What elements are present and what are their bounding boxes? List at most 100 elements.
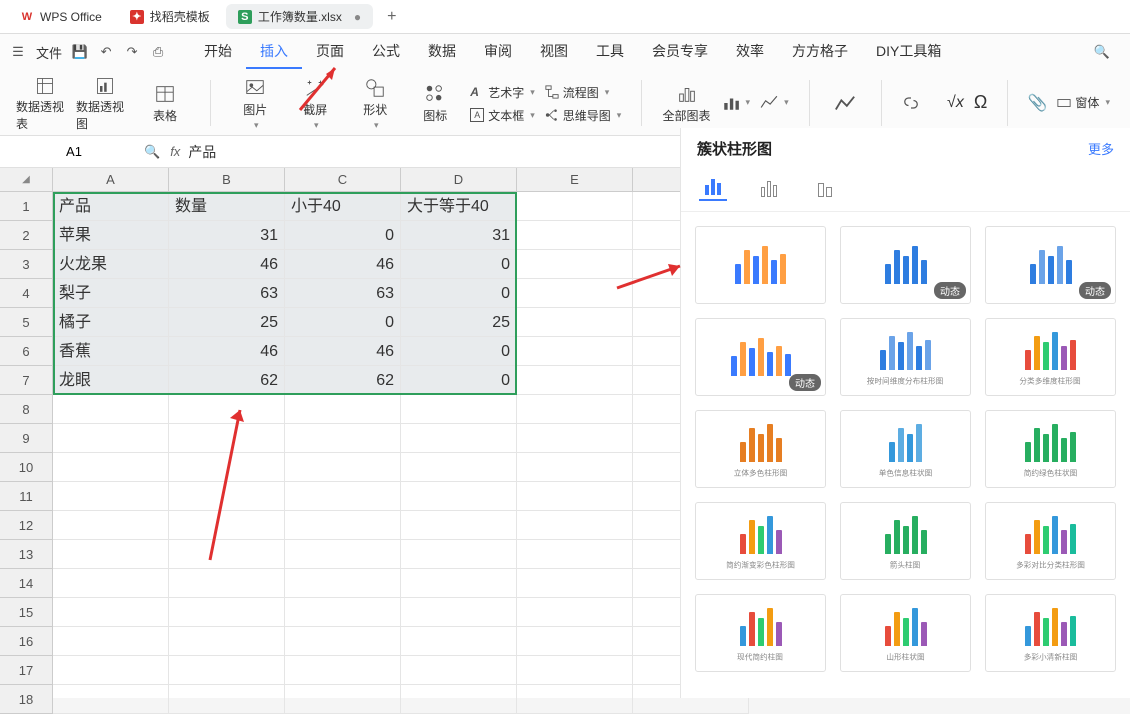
more-link[interactable]: 更多 bbox=[1088, 139, 1114, 158]
close-icon[interactable]: ● bbox=[354, 10, 361, 24]
tab-formula[interactable]: 公式 bbox=[358, 35, 414, 69]
cell[interactable]: 63 bbox=[285, 279, 401, 308]
chart-thumbnail[interactable]: 动态 bbox=[695, 318, 826, 396]
cell[interactable] bbox=[517, 540, 633, 569]
link-button[interactable] bbox=[897, 91, 925, 115]
cell[interactable]: 63 bbox=[169, 279, 285, 308]
cell[interactable] bbox=[401, 685, 517, 714]
cell[interactable] bbox=[169, 685, 285, 714]
cell[interactable] bbox=[53, 424, 169, 453]
cell[interactable] bbox=[517, 395, 633, 424]
cell[interactable] bbox=[517, 308, 633, 337]
cell[interactable] bbox=[517, 656, 633, 685]
row-header[interactable]: 3 bbox=[0, 250, 53, 279]
bar-chart-dropdown[interactable]: ▾ bbox=[718, 92, 755, 114]
chart-thumbnail[interactable]: 现代简约柱图 bbox=[695, 594, 826, 672]
cell[interactable]: 0 bbox=[285, 221, 401, 250]
fx-icon[interactable]: fx bbox=[170, 144, 180, 159]
chart-thumbnail[interactable]: 山形柱状图 bbox=[840, 594, 971, 672]
equation-button[interactable]: √x bbox=[943, 92, 968, 114]
tab-page[interactable]: 页面 bbox=[302, 35, 358, 69]
cell[interactable] bbox=[285, 540, 401, 569]
app-tab-wps[interactable]: W WPS Office bbox=[8, 6, 114, 28]
row-header[interactable]: 9 bbox=[0, 424, 53, 453]
chart-type-wide[interactable] bbox=[811, 173, 839, 201]
tab-fangfanggezi[interactable]: 方方格子 bbox=[778, 35, 862, 69]
line-chart-dropdown[interactable]: ▾ bbox=[756, 92, 793, 114]
cell[interactable] bbox=[517, 337, 633, 366]
icons-button[interactable]: 图标 bbox=[406, 76, 464, 132]
app-tab-templates[interactable]: ✦ 找稻壳模板 bbox=[118, 4, 222, 29]
cell[interactable] bbox=[169, 511, 285, 540]
cell[interactable] bbox=[285, 482, 401, 511]
cell[interactable] bbox=[517, 221, 633, 250]
cell[interactable] bbox=[53, 395, 169, 424]
cell[interactable]: 0 bbox=[401, 366, 517, 395]
file-menu[interactable]: 文件 bbox=[36, 43, 62, 62]
chart-thumbnail[interactable]: 多彩小清新柱图 bbox=[985, 594, 1116, 672]
cell[interactable]: 梨子 bbox=[53, 279, 169, 308]
cell[interactable]: 0 bbox=[401, 337, 517, 366]
column-header[interactable]: A bbox=[53, 168, 169, 192]
cell[interactable]: 62 bbox=[169, 366, 285, 395]
cell[interactable] bbox=[169, 395, 285, 424]
save-icon[interactable]: 💾 bbox=[72, 44, 88, 60]
cell[interactable]: 数量 bbox=[169, 192, 285, 221]
cell[interactable] bbox=[401, 424, 517, 453]
mindmap-button[interactable]: 思维导图▾ bbox=[541, 105, 626, 126]
cell[interactable]: 龙眼 bbox=[53, 366, 169, 395]
cell[interactable] bbox=[169, 424, 285, 453]
pivot-table-button[interactable]: 数据透视表 bbox=[16, 76, 74, 132]
row-header[interactable]: 7 bbox=[0, 366, 53, 395]
cell[interactable] bbox=[53, 685, 169, 714]
cell[interactable] bbox=[169, 453, 285, 482]
cell[interactable]: 苹果 bbox=[53, 221, 169, 250]
undo-icon[interactable]: ↶ bbox=[98, 44, 114, 60]
cell[interactable] bbox=[401, 540, 517, 569]
cell[interactable]: 46 bbox=[169, 337, 285, 366]
cell[interactable] bbox=[401, 656, 517, 685]
row-header[interactable]: 11 bbox=[0, 482, 53, 511]
cell[interactable] bbox=[169, 482, 285, 511]
row-header[interactable]: 2 bbox=[0, 221, 53, 250]
cell[interactable] bbox=[517, 453, 633, 482]
chart-thumbnail[interactable]: 多彩对比分类柱形图 bbox=[985, 502, 1116, 580]
chart-thumbnail[interactable]: 动态 bbox=[985, 226, 1116, 304]
cell[interactable] bbox=[53, 482, 169, 511]
tab-review[interactable]: 审阅 bbox=[470, 35, 526, 69]
chart-thumbnail[interactable]: 简约渐变彩色柱形图 bbox=[695, 502, 826, 580]
cell[interactable]: 香蕉 bbox=[53, 337, 169, 366]
cell[interactable] bbox=[169, 540, 285, 569]
column-header[interactable]: D bbox=[401, 168, 517, 192]
cell[interactable] bbox=[53, 511, 169, 540]
row-header[interactable]: 13 bbox=[0, 540, 53, 569]
cell[interactable]: 大于等于40 bbox=[401, 192, 517, 221]
hamburger-icon[interactable]: ☰ bbox=[10, 44, 26, 60]
cell[interactable] bbox=[517, 685, 633, 714]
search-icon[interactable]: 🔍 bbox=[1094, 44, 1110, 60]
cell[interactable] bbox=[285, 685, 401, 714]
row-header[interactable]: 6 bbox=[0, 337, 53, 366]
cell[interactable] bbox=[285, 598, 401, 627]
table-button[interactable]: 表格 bbox=[136, 76, 194, 132]
row-header[interactable]: 16 bbox=[0, 627, 53, 656]
screenshot-button[interactable]: 截屏▾ bbox=[286, 76, 344, 132]
cell[interactable] bbox=[285, 627, 401, 656]
cell[interactable]: 31 bbox=[169, 221, 285, 250]
row-header[interactable]: 1 bbox=[0, 192, 53, 221]
cell[interactable] bbox=[517, 424, 633, 453]
row-header[interactable]: 10 bbox=[0, 453, 53, 482]
chart-thumbnail[interactable]: 分类多维度柱形图 bbox=[985, 318, 1116, 396]
row-header[interactable]: 15 bbox=[0, 598, 53, 627]
row-header[interactable]: 8 bbox=[0, 395, 53, 424]
cell-reference-input[interactable] bbox=[14, 141, 134, 162]
select-all-corner[interactable]: ◢ bbox=[0, 168, 53, 192]
cell[interactable] bbox=[401, 511, 517, 540]
cell[interactable] bbox=[401, 569, 517, 598]
cell[interactable] bbox=[517, 598, 633, 627]
cell[interactable] bbox=[169, 569, 285, 598]
chart-type-clustered[interactable] bbox=[699, 173, 727, 201]
tab-member[interactable]: 会员专享 bbox=[638, 35, 722, 69]
row-header[interactable]: 4 bbox=[0, 279, 53, 308]
chart-thumbnail[interactable]: 立体多色柱形图 bbox=[695, 410, 826, 488]
